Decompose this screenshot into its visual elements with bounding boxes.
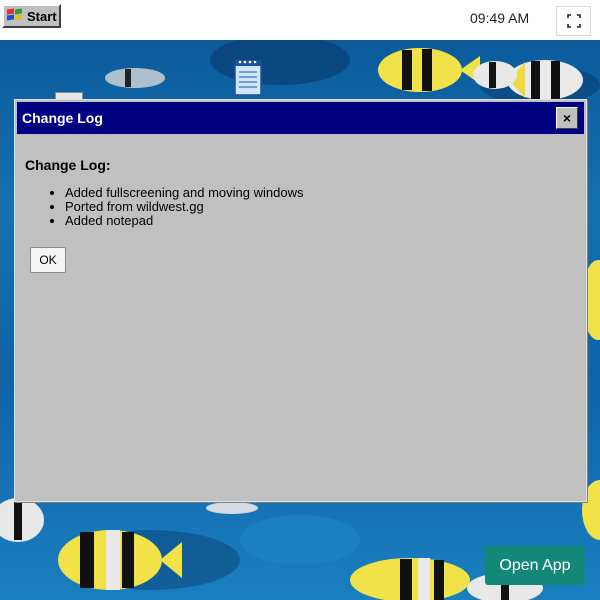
window-title: Change Log [22,110,103,126]
fullscreen-icon [566,14,581,28]
start-button[interactable]: Start [2,4,61,28]
close-button[interactable]: × [556,107,578,129]
windows-logo-icon [7,8,25,23]
change-list: Added fullscreening and moving windows P… [25,186,303,228]
list-item: Added fullscreening and moving windows [65,186,303,200]
ok-button[interactable]: OK [30,247,66,273]
start-label: Start [27,8,57,24]
list-item: Ported from wildwest.gg [65,200,303,214]
window-titlebar[interactable]: Change Log × [17,102,584,134]
taskbar: Start 09:49 AM [0,0,600,40]
content-heading: Change Log: [25,157,111,173]
notepad-icon[interactable] [232,58,266,98]
open-app-button[interactable]: Open App [485,546,585,585]
screen: Start 09:49 AM Change Log × Change Log: … [0,0,600,600]
list-item: Added notepad [65,214,303,228]
clock: 09:49 AM [470,10,530,26]
fullscreen-button[interactable] [556,6,591,36]
change-log-window: Change Log × Change Log: Added fullscree… [14,99,587,502]
